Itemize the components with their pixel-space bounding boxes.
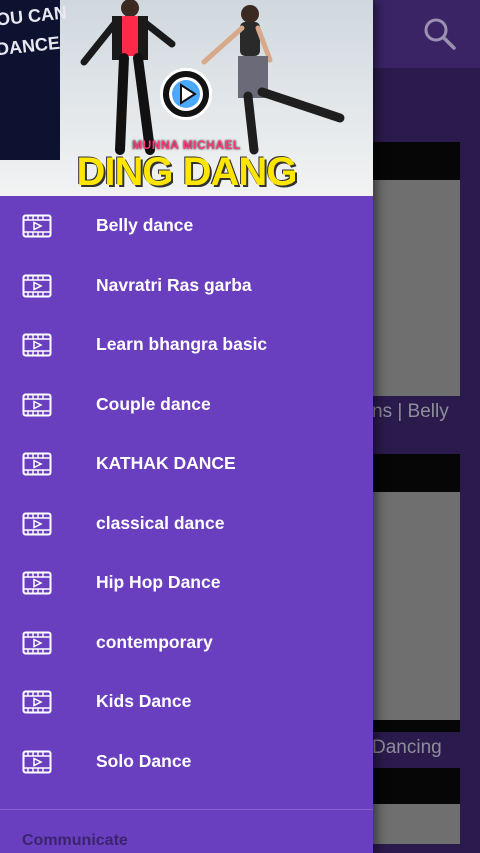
- menu-item-classical-dance[interactable]: classical dance: [0, 494, 373, 554]
- video-icon: [22, 631, 52, 654]
- video-icon: [22, 690, 52, 714]
- video-title[interactable]: Dancing: [372, 737, 442, 759]
- video-card-bottom: [372, 720, 460, 732]
- menu-item-couple-dance[interactable]: Couple dance: [0, 375, 373, 435]
- menu-item-hip-hop-dance[interactable]: Hip Hop Dance: [0, 553, 373, 613]
- video-icon: [22, 750, 52, 773]
- menu-item-label: Hip Hop Dance: [96, 572, 221, 593]
- drawer-header-image: OU CAN DANCE MUNNA MICHAEL DING DANG: [0, 0, 373, 196]
- video-title[interactable]: ns | Belly: [372, 401, 449, 423]
- menu-item-learn-bhangra-basic[interactable]: Learn bhangra basic: [0, 315, 373, 375]
- menu-item-label: Kids Dance: [96, 691, 192, 712]
- navigation-drawer: OU CAN DANCE MUNNA MICHAEL DING DANG Bel…: [0, 0, 373, 853]
- menu-item-kids-dance[interactable]: Kids Dance: [0, 672, 373, 732]
- menu-item-label: Navratri Ras garba: [96, 274, 252, 295]
- video-icon: [22, 571, 52, 595]
- menu-item-navratri-ras-garba[interactable]: Navratri Ras garba: [0, 256, 373, 316]
- menu-item-contemporary[interactable]: contemporary: [0, 613, 373, 673]
- video-icon: [22, 214, 52, 238]
- play-button[interactable]: [160, 68, 212, 120]
- video-thumbnail[interactable]: [372, 180, 460, 396]
- play-icon: [169, 77, 203, 111]
- search-button[interactable]: [420, 14, 460, 54]
- section-label-communicate: Communicate: [22, 832, 128, 849]
- video-icon: [22, 333, 52, 357]
- search-icon: [424, 18, 456, 50]
- video-card-top: [372, 454, 460, 492]
- drawer-menu: Belly dance Navratri Ras garba Learn bha…: [0, 196, 373, 791]
- menu-item-solo-dance[interactable]: Solo Dance: [0, 732, 373, 792]
- menu-item-label: Couple dance: [96, 393, 211, 414]
- video-icon: [22, 274, 52, 297]
- video-thumbnail[interactable]: [372, 492, 460, 720]
- menu-item-label: classical dance: [96, 512, 225, 533]
- video-thumbnail[interactable]: [372, 804, 460, 844]
- menu-item-label: Learn bhangra basic: [96, 334, 268, 355]
- video-icon: [22, 512, 52, 535]
- video-icon: [22, 452, 52, 476]
- video-icon: [22, 393, 52, 416]
- menu-item-label: Solo Dance: [96, 750, 192, 771]
- video-card-top: [372, 768, 460, 804]
- menu-item-kathak-dance[interactable]: KATHAK DANCE: [0, 434, 373, 494]
- header-title: DING DANG: [76, 150, 298, 194]
- video-card-top: [372, 142, 460, 180]
- menu-item-label: contemporary: [96, 631, 213, 652]
- menu-item-belly-dance[interactable]: Belly dance: [0, 196, 373, 256]
- menu-item-label: KATHAK DANCE: [96, 453, 236, 474]
- menu-divider: [0, 809, 373, 810]
- menu-item-label: Belly dance: [96, 215, 194, 236]
